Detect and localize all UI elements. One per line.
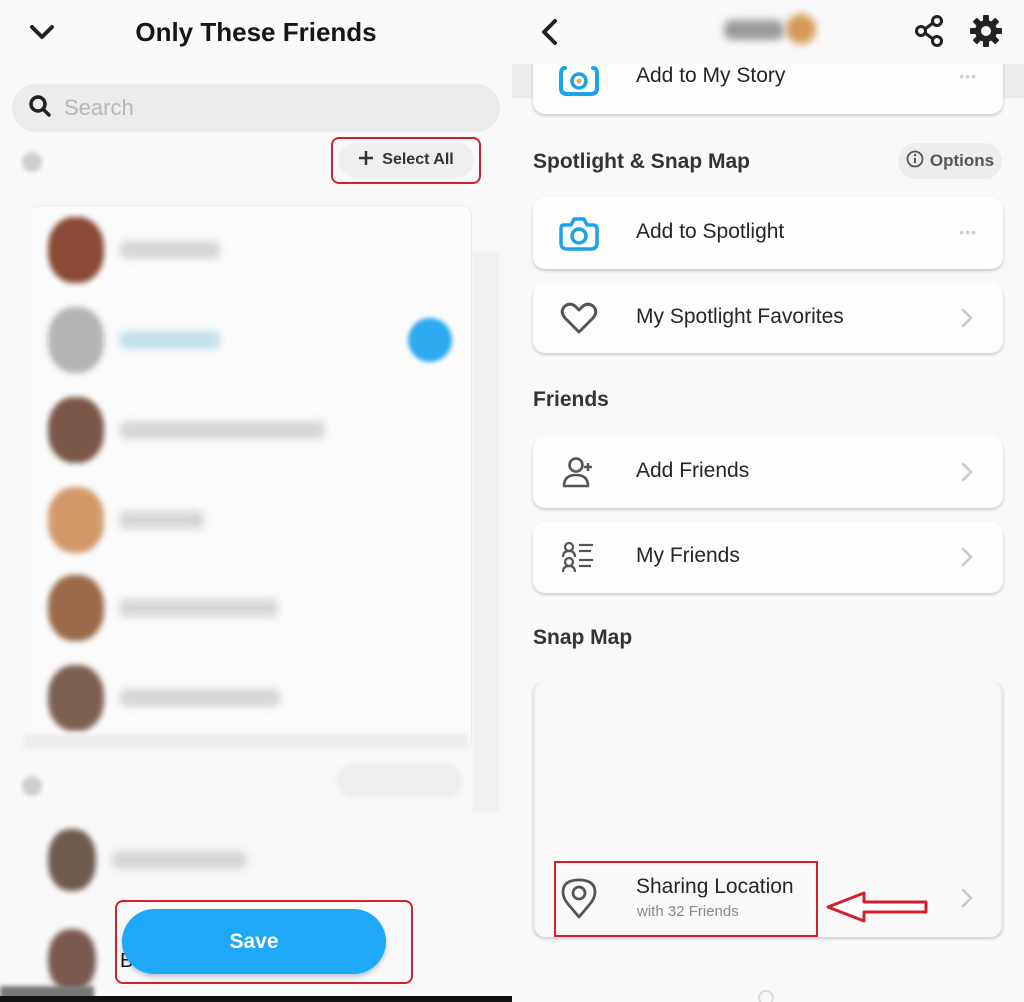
chevron-right-icon — [961, 308, 973, 328]
section-title-snap-map: Snap Map — [533, 626, 633, 649]
friend-name-blurred — [112, 851, 247, 869]
sharing-location-item[interactable]: Sharing Location with 32 Friends — [533, 858, 1003, 936]
camera-icon — [557, 211, 601, 255]
plus-icon — [358, 150, 374, 171]
friend-row[interactable] — [48, 215, 448, 285]
more-icon[interactable]: ••• — [959, 68, 977, 84]
location-pin-icon — [559, 876, 599, 925]
chevron-right-icon — [961, 547, 973, 567]
section-title-friends: Friends — [533, 388, 609, 411]
avatar — [48, 307, 104, 373]
alphabet-scrollbar[interactable] — [473, 252, 499, 812]
friend-row[interactable] — [48, 305, 448, 375]
annotation-arrow-icon — [826, 891, 928, 923]
item-label: My Spotlight Favorites — [636, 305, 844, 328]
heart-icon — [557, 296, 601, 340]
avatar — [48, 665, 104, 731]
avatar — [48, 487, 104, 553]
sharing-location-subtitle: with 32 Friends — [637, 903, 739, 920]
profile-screen: Add to My Story ••• Spotlight & Snap Map… — [512, 0, 1024, 1002]
friend-row[interactable] — [48, 663, 448, 733]
search-input[interactable] — [64, 95, 444, 121]
options-button[interactable]: Options — [898, 143, 1002, 179]
item-label: My Friends — [636, 544, 740, 567]
friend-name-blurred — [120, 689, 280, 707]
only-these-friends-screen: Only These Friends Select All — [0, 0, 512, 1002]
section-letter-badge — [22, 152, 42, 172]
home-indicator — [758, 990, 774, 1002]
friend-name-blurred — [120, 331, 220, 349]
item-label: Add to My Story — [636, 64, 786, 87]
friend-name-blurred — [120, 241, 220, 259]
chevron-right-icon — [961, 888, 973, 908]
options-label: Options — [929, 151, 995, 170]
friend-row[interactable] — [48, 573, 448, 643]
avatar — [48, 397, 104, 463]
item-label: Add Friends — [636, 459, 750, 482]
more-icon[interactable]: ••• — [959, 224, 977, 240]
select-all-button[interactable]: Select All — [338, 142, 474, 178]
bitmoji-avatar[interactable] — [786, 14, 816, 44]
section-title-spotlight: Spotlight & Snap Map — [533, 150, 750, 173]
avatar — [48, 829, 96, 891]
friend-row[interactable] — [48, 395, 448, 465]
list-divider — [24, 734, 468, 750]
profile-header — [512, 0, 1024, 64]
story-camera-icon — [557, 58, 601, 102]
add-friends-item[interactable]: Add Friends — [533, 436, 1003, 508]
left-header: Only These Friends — [0, 0, 512, 68]
save-button[interactable]: Save — [122, 909, 386, 974]
friend-row[interactable] — [48, 825, 448, 895]
friend-name-blurred — [120, 421, 325, 439]
friend-name-blurred — [120, 511, 204, 529]
friends-list-icon — [557, 535, 601, 579]
section-letter-badge — [22, 776, 42, 796]
username-blurred — [724, 20, 784, 40]
share-icon[interactable] — [912, 14, 946, 48]
sharing-location-title: Sharing Location — [636, 875, 794, 898]
info-icon — [906, 150, 924, 173]
friend-row[interactable] — [48, 485, 448, 555]
chevron-right-icon — [961, 462, 973, 482]
gear-icon[interactable] — [968, 13, 1004, 49]
bottom-bar — [0, 996, 512, 1002]
page-title: Only These Friends — [135, 17, 377, 47]
my-spotlight-favorites-item[interactable]: My Spotlight Favorites — [533, 283, 1003, 353]
add-friend-icon — [557, 450, 601, 494]
friend-name-blurred — [120, 599, 278, 617]
search-icon — [28, 94, 52, 123]
item-label: Add to Spotlight — [636, 220, 785, 243]
avatar — [48, 575, 104, 641]
section-select-all-button[interactable] — [336, 764, 462, 798]
add-to-spotlight-item[interactable]: Add to Spotlight ••• — [533, 197, 1003, 269]
selected-checkmark[interactable] — [408, 318, 452, 362]
my-friends-item[interactable]: My Friends — [533, 522, 1003, 593]
select-all-label: Select All — [382, 151, 454, 168]
avatar — [48, 217, 104, 283]
avatar — [48, 929, 96, 991]
chevron-left-icon[interactable] — [536, 16, 564, 48]
search-bar[interactable] — [12, 84, 500, 132]
